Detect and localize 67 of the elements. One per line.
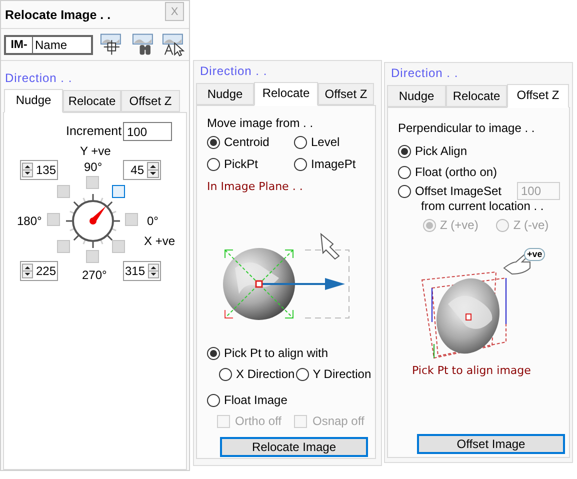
checkbox-label: Ortho off xyxy=(235,414,282,428)
option-label: from current location . . xyxy=(421,199,545,213)
tab[interactable]: Offset Z xyxy=(121,90,180,112)
angle-label: 0° xyxy=(147,214,158,228)
radio-button[interactable] xyxy=(207,158,220,170)
tab[interactable]: Relocate xyxy=(254,82,318,106)
axis-label: X +ve xyxy=(144,234,176,248)
option-label: Move image from . . xyxy=(207,116,314,130)
radio-button[interactable] xyxy=(219,368,232,380)
increment-field[interactable]: 100 xyxy=(123,122,172,141)
radio-label: ImagePt xyxy=(311,157,356,171)
angle-label: 90° xyxy=(84,160,102,174)
tab[interactable]: Nudge xyxy=(196,83,254,105)
radio-button[interactable] xyxy=(207,394,220,406)
tab[interactable]: Relocate xyxy=(446,85,507,107)
direction-badge: +ve xyxy=(524,248,546,261)
image-text-cursor-icon[interactable] xyxy=(160,32,186,57)
radio-label: Centroid xyxy=(224,135,270,149)
radio-label: Y Direction xyxy=(312,367,372,381)
radio-label: X Direction xyxy=(236,367,295,381)
radio-label: Z (+ve) xyxy=(440,218,478,232)
axis-label: Y +ve xyxy=(80,144,111,158)
radio-label: Pick Pt to align with xyxy=(224,346,328,360)
option-label: Perpendicular to image . . xyxy=(398,121,536,135)
radio-button[interactable] xyxy=(207,346,220,360)
radio-label: Float (ortho on) xyxy=(415,165,498,179)
section-label: Direction . . xyxy=(200,64,268,78)
spinner-arrows-icon[interactable] xyxy=(148,263,159,279)
tab[interactable]: Offset Z xyxy=(318,83,374,105)
direction-button[interactable] xyxy=(112,185,125,198)
radio-button[interactable] xyxy=(294,136,307,148)
radio-button[interactable] xyxy=(398,144,411,158)
increment-label: Increment xyxy=(66,124,122,138)
spinner-arrows-icon[interactable] xyxy=(22,263,33,279)
relocate-image-button[interactable]: Relocate Image xyxy=(220,437,368,457)
angle-label: 180° xyxy=(17,214,42,228)
spinner-field[interactable]: 135 xyxy=(20,160,58,180)
radio-button[interactable] xyxy=(296,368,309,380)
radio-label: Z (-ve) xyxy=(513,218,549,232)
checkbox-label: Osnap off xyxy=(312,414,364,428)
name-field[interactable]: IM- Name xyxy=(4,34,93,54)
radio-button[interactable] xyxy=(294,158,307,170)
section-label: Direction . . xyxy=(5,71,74,85)
offset-image-button[interactable]: Offset Image xyxy=(417,434,565,454)
tab[interactable]: Offset Z xyxy=(507,84,569,108)
spinner-arrows-icon[interactable] xyxy=(147,162,159,178)
spinner-field[interactable]: 45 xyxy=(123,160,161,180)
radio-label: Float Image xyxy=(224,393,288,407)
dialog-title: Relocate Image . . xyxy=(5,8,111,22)
plane-caption: In Image Plane . . xyxy=(207,180,304,194)
image-caption: Pick Pt to align image xyxy=(412,364,532,378)
radio-label: Pick Align xyxy=(415,144,468,158)
angle-label: 270° xyxy=(82,268,107,282)
pointer-gauge-icon xyxy=(66,194,120,248)
tab[interactable]: Nudge xyxy=(4,89,63,113)
spinner-arrows-icon[interactable] xyxy=(22,162,33,178)
section-label: Direction . . xyxy=(391,66,460,80)
radio-label: Offset ImageSet xyxy=(415,184,502,198)
spinner-field[interactable]: 225 xyxy=(20,261,58,281)
tab[interactable]: Nudge xyxy=(387,85,446,107)
radio-label: PickPt xyxy=(224,157,258,171)
radio-button[interactable] xyxy=(398,184,411,198)
tab[interactable]: Relocate xyxy=(63,90,121,112)
radio-button[interactable] xyxy=(398,166,411,178)
radio-button[interactable] xyxy=(207,136,220,148)
spinner-field[interactable]: 315 xyxy=(123,261,161,281)
radio-label: Level xyxy=(311,135,340,149)
